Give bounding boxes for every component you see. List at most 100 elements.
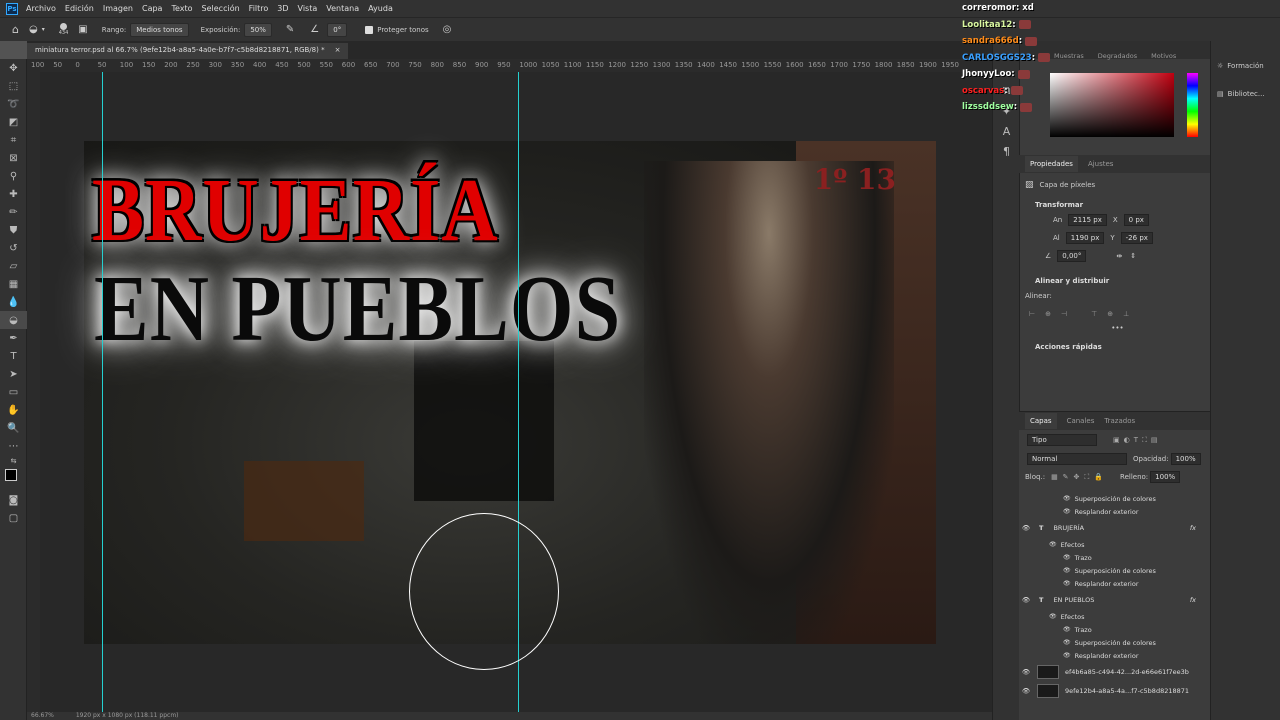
dodge-tool-icon[interactable]: ◒: [29, 24, 38, 35]
quick-actions-section[interactable]: Acciones rápidas: [1019, 339, 1210, 355]
hue-slider[interactable]: [1187, 73, 1198, 137]
quick-mask-icon[interactable]: ◙: [0, 491, 27, 509]
align-right-icon[interactable]: ⊣: [1061, 310, 1067, 318]
document-tab[interactable]: miniatura terror.psd al 66.7% (9efe12b4-…: [27, 43, 349, 59]
effect-eye-icon[interactable]: 👁: [1063, 652, 1071, 659]
shape-tool-icon[interactable]: ▭: [0, 383, 27, 401]
visibility-eye-icon[interactable]: 👁: [1019, 687, 1033, 695]
tab-trazados[interactable]: Trazados: [1104, 417, 1135, 425]
tab-ajustes[interactable]: Ajustes: [1088, 160, 1114, 168]
menu-texto[interactable]: Texto: [171, 4, 192, 13]
menu-vista[interactable]: Vista: [298, 4, 318, 13]
menu-seleccion[interactable]: Selección: [202, 4, 240, 13]
layer-effects-header[interactable]: 👁 Efectos: [1019, 538, 1210, 551]
brush-tool-icon[interactable]: ✏: [0, 203, 27, 221]
menu-3d[interactable]: 3D: [277, 4, 288, 13]
frame-tool-icon[interactable]: ⊠: [0, 149, 27, 167]
layer-filter-icons[interactable]: ▣◐T⛶▤: [1113, 436, 1162, 445]
menu-ayuda[interactable]: Ayuda: [368, 4, 393, 13]
more-tools-icon[interactable]: ⋯: [0, 437, 27, 455]
layer-effects-header[interactable]: 👁 Efectos: [1019, 610, 1210, 623]
menu-archivo[interactable]: Archivo: [26, 4, 56, 13]
layer-effect-row[interactable]: 👁 Trazo: [1019, 623, 1210, 636]
effect-eye-icon[interactable]: 👁: [1063, 639, 1071, 646]
blend-mode-select[interactable]: Normal: [1027, 453, 1127, 465]
align-top-icon[interactable]: ⊤: [1091, 310, 1097, 318]
color-swatches[interactable]: [0, 467, 26, 491]
width-input[interactable]: 2115 px: [1068, 214, 1107, 226]
libraries-label[interactable]: Bibliotec...: [1228, 90, 1265, 98]
tab-motivos[interactable]: Motivos: [1151, 52, 1176, 66]
tab-capas[interactable]: Capas: [1025, 413, 1057, 429]
visibility-eye-icon[interactable]: 👁: [1019, 524, 1033, 532]
dodge-tool-active-icon[interactable]: ◒: [0, 311, 27, 329]
learn-label[interactable]: Formación: [1227, 62, 1263, 70]
x-input[interactable]: 0 px: [1123, 214, 1149, 226]
swap-colors-icon[interactable]: ⇆: [0, 455, 27, 467]
layer-row-image[interactable]: 👁 ef4b6a85-c494-42...2d-e66e61f7ee3b: [1019, 662, 1210, 681]
align-vcenter-icon[interactable]: ⊕: [1107, 310, 1113, 318]
vertical-ruler[interactable]: [27, 72, 40, 712]
pressure-size-icon[interactable]: ◎: [443, 24, 452, 35]
zoom-level[interactable]: 66.67%: [31, 712, 54, 719]
range-select[interactable]: Medios tonos: [130, 22, 189, 37]
protect-tones-checkbox[interactable]: [365, 25, 374, 34]
effect-eye-icon[interactable]: 👁: [1063, 567, 1071, 574]
angle-input[interactable]: 0°: [327, 22, 348, 37]
guide-line-left[interactable]: [102, 72, 103, 712]
zoom-tool-icon[interactable]: 🔍: [0, 419, 27, 437]
menu-filtro[interactable]: Filtro: [249, 4, 269, 13]
effect-eye-icon[interactable]: 👁: [1063, 554, 1071, 561]
type-tool-icon[interactable]: T: [0, 347, 27, 365]
effect-eye-icon[interactable]: 👁: [1063, 626, 1071, 633]
tab-canales[interactable]: Canales: [1067, 417, 1095, 425]
fill-input[interactable]: 100%: [1150, 471, 1181, 483]
more-options-icon[interactable]: •••: [1111, 324, 1123, 332]
layer-row-image[interactable]: 👁 9efe12b4-a8a5-4a...f7-c5b8d8218871: [1019, 681, 1210, 700]
screen-mode-icon[interactable]: ▢: [0, 509, 27, 527]
crop-tool-icon[interactable]: ⌗: [0, 131, 27, 149]
menu-capa[interactable]: Capa: [142, 4, 162, 13]
angle-input[interactable]: 0,00°: [1057, 250, 1087, 262]
eraser-tool-icon[interactable]: ▱: [0, 257, 27, 275]
layer-effect-row[interactable]: 👁 Superposición de colores: [1019, 636, 1210, 649]
healing-tool-icon[interactable]: ✚: [0, 185, 27, 203]
lasso-tool-icon[interactable]: ➰: [0, 95, 27, 113]
tab-degradados[interactable]: Degradados: [1098, 52, 1137, 66]
transform-section[interactable]: Transformar: [1019, 197, 1210, 213]
paragraph-icon[interactable]: ¶: [993, 141, 1020, 161]
menu-edicion[interactable]: Edición: [65, 4, 94, 13]
align-bottom-icon[interactable]: ⊥: [1123, 310, 1129, 318]
lock-icons[interactable]: ▦✎✥⛶🔒: [1051, 473, 1108, 482]
align-section[interactable]: Alinear y distribuir: [1019, 273, 1210, 289]
foreground-color-swatch[interactable]: [5, 469, 17, 481]
airbrush-icon[interactable]: ✎: [286, 24, 294, 35]
home-icon[interactable]: ⌂: [12, 23, 19, 36]
fx-icon[interactable]: fx: [1190, 524, 1196, 532]
horizontal-ruler[interactable]: 100 50 0 50 100 150 200 250 300 350 400 450 500 550 60…: [27, 59, 992, 72]
brush-settings-icon[interactable]: ▣: [78, 24, 87, 35]
object-select-tool-icon[interactable]: ◩: [0, 113, 27, 131]
stamp-tool-icon[interactable]: ⛊: [0, 221, 27, 239]
layer-effect-row[interactable]: 👁 Resplandor exterior: [1019, 649, 1210, 662]
effect-eye-icon[interactable]: 👁: [1063, 495, 1071, 502]
effect-eye-icon[interactable]: 👁: [1063, 580, 1071, 587]
close-tab-icon[interactable]: ×: [335, 46, 341, 56]
character-icon[interactable]: A: [993, 121, 1020, 141]
height-input[interactable]: 1190 px: [1065, 232, 1105, 244]
hand-tool-icon[interactable]: ✋: [0, 401, 27, 419]
move-tool-icon[interactable]: ✥: [0, 59, 27, 77]
flip-vertical-icon[interactable]: ⇕: [1130, 252, 1136, 260]
marquee-tool-icon[interactable]: ⬚: [0, 77, 27, 95]
tab-propiedades[interactable]: Propiedades: [1025, 156, 1078, 172]
path-select-tool-icon[interactable]: ➤: [0, 365, 27, 383]
layer-filter-select[interactable]: Tipo: [1027, 434, 1097, 446]
layer-effect-row[interactable]: 👁 Resplandor exterior: [1019, 505, 1210, 518]
history-brush-tool-icon[interactable]: ↺: [0, 239, 27, 257]
pen-tool-icon[interactable]: ✒: [0, 329, 27, 347]
layer-effect-row[interactable]: 👁 Superposición de colores: [1019, 492, 1210, 505]
layer-effect-row[interactable]: 👁 Superposición de colores: [1019, 564, 1210, 577]
effect-eye-icon[interactable]: 👁: [1049, 541, 1057, 548]
eyedropper-tool-icon[interactable]: ⚲: [0, 167, 27, 185]
effect-eye-icon[interactable]: 👁: [1049, 613, 1057, 620]
